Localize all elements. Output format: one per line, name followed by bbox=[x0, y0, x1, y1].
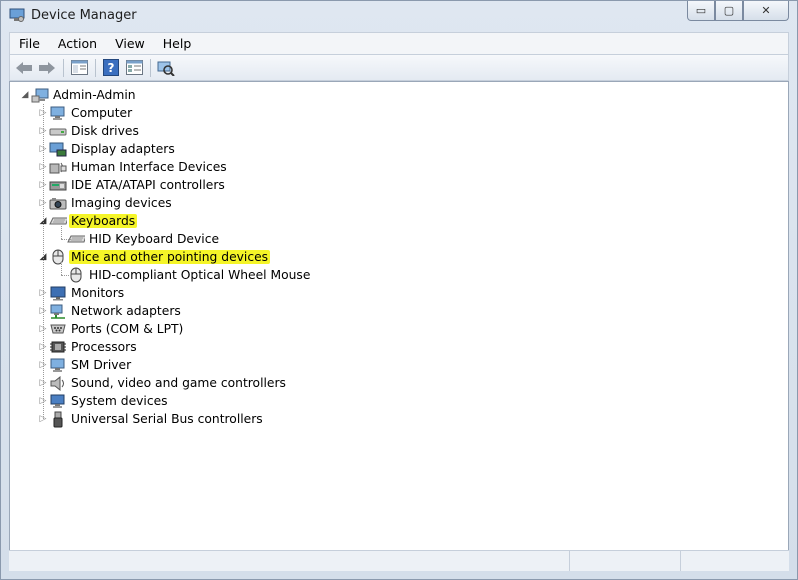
tree-category-item[interactable]: ▷ Display adapters bbox=[38, 140, 177, 158]
tree-device-item[interactable]: HID-compliant Optical Wheel Mouse bbox=[56, 266, 312, 284]
monitor-icon bbox=[49, 285, 67, 301]
speaker-icon bbox=[49, 375, 67, 391]
display-adapter-icon bbox=[49, 141, 67, 157]
disk-drive-icon bbox=[49, 123, 67, 139]
help-icon: ? bbox=[103, 59, 119, 76]
tree-item-label: Human Interface Devices bbox=[71, 160, 227, 174]
show-hide-console-tree-button[interactable] bbox=[68, 57, 90, 79]
tree-category-item[interactable]: ▷ Sound, video and game controllers bbox=[38, 374, 288, 392]
tree-connector bbox=[43, 104, 44, 419]
toolbar-separator bbox=[63, 58, 64, 77]
tree-item-label: Monitors bbox=[71, 286, 125, 300]
title-bar[interactable]: Device Manager ▭ ▢ ✕ bbox=[1, 1, 797, 31]
tree-connector bbox=[61, 275, 71, 276]
tree-category-item[interactable]: ▷ SM Driver bbox=[38, 356, 133, 374]
close-button[interactable]: ✕ bbox=[743, 1, 789, 21]
tree-root[interactable]: ◢ Admin-Admin bbox=[20, 86, 138, 104]
tree-category-item[interactable]: ◢ Mice and other pointing devices bbox=[38, 248, 271, 266]
toolbar-separator bbox=[150, 58, 151, 77]
network-adapter-icon bbox=[49, 303, 67, 319]
tree-category-item[interactable]: ▷ Disk drives bbox=[38, 122, 141, 140]
maximize-button[interactable]: ▢ bbox=[715, 1, 743, 21]
back-button[interactable] bbox=[13, 57, 35, 79]
port-icon bbox=[49, 321, 67, 337]
tree-item-label: Processors bbox=[71, 340, 137, 354]
tree-item-label: Computer bbox=[71, 106, 133, 120]
tree-device-item[interactable]: HID Keyboard Device bbox=[56, 230, 221, 248]
maximize-icon: ▢ bbox=[723, 4, 735, 17]
status-pane-3 bbox=[681, 551, 781, 571]
toolbar: ? bbox=[9, 54, 789, 81]
tree-category-item[interactable]: ▷ Network adapters bbox=[38, 302, 183, 320]
menu-file[interactable]: File bbox=[10, 36, 49, 51]
collapse-arrow-icon[interactable]: ◢ bbox=[20, 90, 30, 100]
tree-item-label: System devices bbox=[71, 394, 168, 408]
toolbar-separator bbox=[95, 58, 96, 77]
status-pane-2 bbox=[570, 551, 681, 571]
tree-category-item[interactable]: ▷ Processors bbox=[38, 338, 139, 356]
tree-item-label: SM Driver bbox=[71, 358, 132, 372]
menu-action[interactable]: Action bbox=[49, 36, 106, 51]
tree-item-label: HID Keyboard Device bbox=[89, 232, 220, 246]
tree-item-label: IDE ATA/ATAPI controllers bbox=[71, 178, 225, 192]
driver-icon bbox=[49, 357, 67, 373]
menu-bar: File Action View Help bbox=[9, 32, 789, 54]
processor-icon bbox=[49, 339, 67, 355]
back-arrow-icon bbox=[16, 61, 32, 74]
keyboard-icon bbox=[49, 213, 67, 229]
help-button[interactable]: ? bbox=[100, 57, 122, 79]
tree-category-item[interactable]: ▷ Universal Serial Bus controllers bbox=[38, 410, 265, 428]
tree-category-item[interactable]: ◢ Keyboards bbox=[38, 212, 138, 230]
svg-text:?: ? bbox=[108, 61, 115, 75]
tree-item-label: Mice and other pointing devices bbox=[69, 250, 271, 264]
properties-icon bbox=[70, 60, 88, 75]
tree-connector bbox=[61, 226, 62, 239]
mouse-icon bbox=[49, 249, 67, 265]
tree-item-label: Keyboards bbox=[69, 214, 138, 228]
minimize-button[interactable]: ▭ bbox=[687, 1, 715, 21]
scan-hardware-icon bbox=[157, 61, 175, 76]
window-title: Device Manager bbox=[31, 8, 137, 23]
tree-item-label: HID-compliant Optical Wheel Mouse bbox=[89, 268, 311, 282]
tree-category-item[interactable]: ▷ System devices bbox=[38, 392, 170, 410]
close-icon: ✕ bbox=[761, 4, 771, 17]
tree-root-label: Admin-Admin bbox=[53, 88, 136, 102]
status-pane-main bbox=[9, 551, 570, 571]
tree-item-label: Universal Serial Bus controllers bbox=[71, 412, 263, 426]
tree-item-label: Ports (COM & LPT) bbox=[71, 322, 184, 336]
scan-hardware-button[interactable] bbox=[155, 57, 177, 79]
tree-category-item[interactable]: ▷ IDE ATA/ATAPI controllers bbox=[38, 176, 227, 194]
tree-category-item[interactable]: ▷ Monitors bbox=[38, 284, 126, 302]
device-tree: ◢ Admin-Admin ▷ Computer ▷ Disk drives ▷ Disp… bbox=[9, 81, 789, 551]
status-bar bbox=[9, 550, 789, 571]
forward-button[interactable] bbox=[36, 57, 58, 79]
tree-connector bbox=[61, 262, 62, 275]
tree-item-label: Imaging devices bbox=[71, 196, 172, 210]
tree-connector bbox=[61, 239, 71, 240]
view-icon bbox=[125, 60, 143, 75]
tree-category-item[interactable]: ▷ Computer bbox=[38, 104, 134, 122]
usb-icon bbox=[49, 411, 67, 427]
tree-category-item[interactable]: ▷ Imaging devices bbox=[38, 194, 174, 212]
computer-icon bbox=[49, 105, 67, 121]
ide-controller-icon bbox=[49, 177, 67, 193]
device-manager-window: Device Manager ▭ ▢ ✕ File Action View He… bbox=[0, 0, 798, 580]
hid-icon bbox=[49, 159, 67, 175]
minimize-icon: ▭ bbox=[695, 4, 707, 17]
system-device-icon bbox=[49, 393, 67, 409]
tree-item-label: Display adapters bbox=[71, 142, 175, 156]
view-button[interactable] bbox=[123, 57, 145, 79]
tree-category-item[interactable]: ▷ Ports (COM & LPT) bbox=[38, 320, 185, 338]
tree-item-label: Disk drives bbox=[71, 124, 139, 138]
tree-item-label: Network adapters bbox=[71, 304, 181, 318]
device-manager-icon bbox=[9, 8, 25, 22]
menu-view[interactable]: View bbox=[106, 36, 154, 51]
tree-item-label: Sound, video and game controllers bbox=[71, 376, 286, 390]
tree-category-item[interactable]: ▷ Human Interface Devices bbox=[38, 158, 229, 176]
menu-help[interactable]: Help bbox=[154, 36, 201, 51]
forward-arrow-icon bbox=[39, 61, 55, 74]
camera-icon bbox=[49, 195, 67, 211]
computer-icon bbox=[31, 87, 49, 103]
